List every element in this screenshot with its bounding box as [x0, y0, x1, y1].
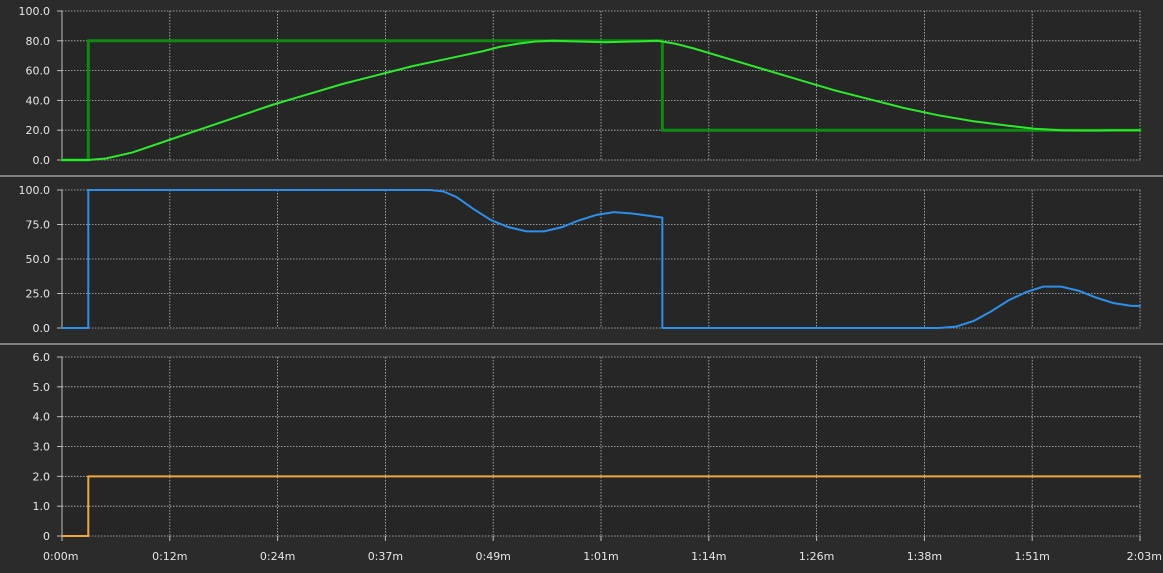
y-tick-label: 5.0 — [33, 381, 51, 394]
y-tick-label: 0 — [43, 530, 50, 543]
x-tick-label: 0:00m — [43, 550, 78, 563]
x-tick-label: 0:24m — [260, 550, 295, 563]
y-tick-label: 3.0 — [33, 441, 51, 454]
y-tick-label: 60.0 — [26, 65, 51, 78]
x-tick-label: 1:38m — [907, 550, 942, 563]
y-tick-label: 100.0 — [19, 184, 51, 197]
y-tick-label: 25.0 — [26, 288, 51, 301]
y-tick-label: 0.0 — [33, 322, 51, 335]
y-tick-label: 80.0 — [26, 35, 51, 48]
y-tick-label: 20.0 — [26, 124, 51, 137]
y-tick-label: 100.0 — [19, 5, 51, 18]
x-tick-label: 1:26m — [799, 550, 834, 563]
y-tick-label: 75.0 — [26, 219, 51, 232]
y-tick-label: 40.0 — [26, 94, 51, 107]
y-tick-label: 1.0 — [33, 500, 51, 513]
x-tick-label: 0:49m — [475, 550, 510, 563]
x-tick-label: 2:03m — [1127, 550, 1162, 563]
trend-chart-svg: 0.0 20.0 40.0 60.0 80.0 100.0 0.0 25.0 50.0 75.0 1… — [0, 0, 1163, 569]
trend-chart-window: 0.0 20.0 40.0 60.0 80.0 100.0 0.0 25.0 50.0 75.0 1… — [0, 0, 1163, 569]
y-tick-label: 4.0 — [33, 411, 51, 424]
x-tick-label: 0:12m — [152, 550, 187, 563]
y-tick-label: 6.0 — [33, 351, 51, 364]
y-tick-label: 50.0 — [26, 253, 51, 266]
x-tick-label: 1:14m — [691, 550, 726, 563]
x-tick-label: 0:37m — [368, 550, 403, 563]
y-tick-label: 2.0 — [33, 470, 51, 483]
x-tick-label: 1:51m — [1014, 550, 1049, 563]
x-tick-label: 1:01m — [583, 550, 618, 563]
y-tick-label: 0.0 — [33, 154, 51, 167]
